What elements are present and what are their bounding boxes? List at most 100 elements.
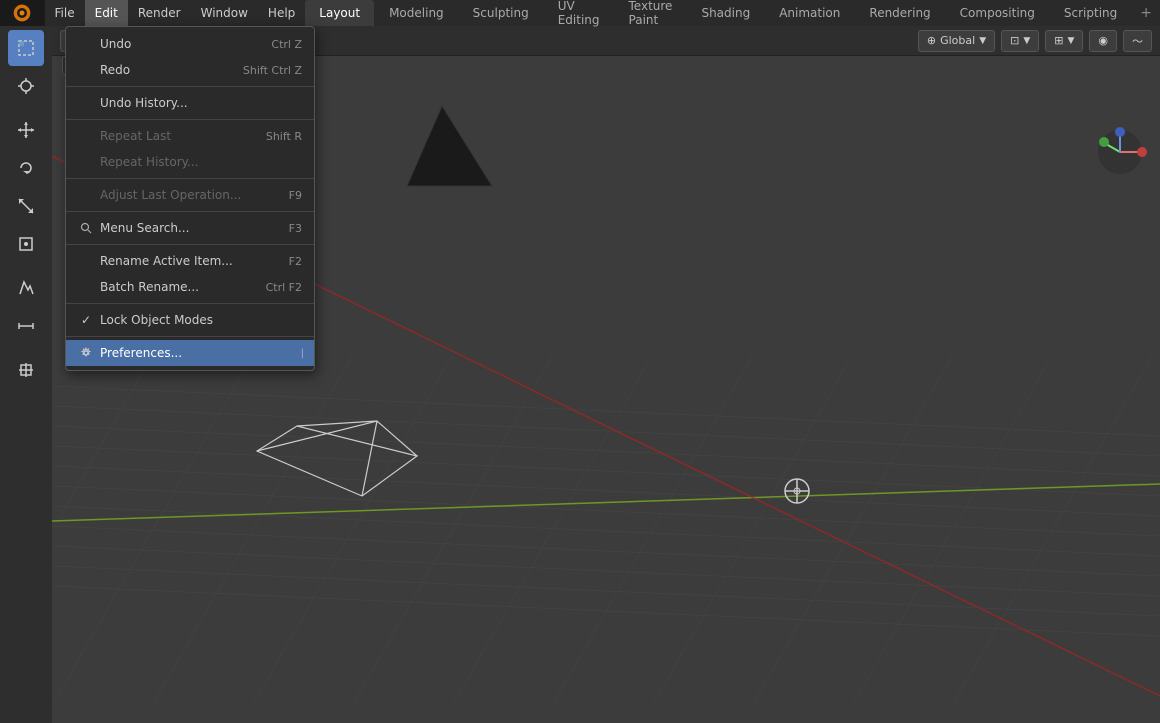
menu-item-lock-object-modes[interactable]: ✓ Lock Object Modes xyxy=(66,307,314,333)
search-shortcut: F3 xyxy=(289,222,302,235)
undo-check-space xyxy=(78,36,94,52)
menu-help[interactable]: Help xyxy=(258,0,305,26)
sep-3 xyxy=(66,178,314,179)
search-label: Menu Search... xyxy=(100,221,281,235)
rename-active-shortcut: F2 xyxy=(289,255,302,268)
menu-item-repeat-last: Repeat Last Shift R xyxy=(66,123,314,149)
menu-edit[interactable]: Edit xyxy=(85,0,128,26)
workspace-tabs: Layout Modeling Sculpting UV Editing Tex… xyxy=(305,0,1160,26)
repeat-last-label: Repeat Last xyxy=(100,129,258,143)
tab-rendering[interactable]: Rendering xyxy=(855,0,944,26)
cursor-indicator: | xyxy=(301,348,304,359)
tab-add-button[interactable]: + xyxy=(1132,0,1160,26)
gizmo-icon xyxy=(1090,122,1150,182)
redo-label: Redo xyxy=(100,63,235,77)
navigation-gizmo[interactable] xyxy=(1090,122,1150,182)
redo-shortcut: Shift Ctrl Z xyxy=(243,64,302,77)
redo-check-space xyxy=(78,62,94,78)
pivot-dropdown-icon: ▼ xyxy=(1023,36,1030,46)
snap-dropdown-icon: ▼ xyxy=(1067,36,1074,46)
menu-item-search[interactable]: Menu Search... F3 xyxy=(66,215,314,241)
menu-item-rename-active[interactable]: Rename Active Item... F2 xyxy=(66,248,314,274)
add-primitive-icon xyxy=(16,360,36,380)
tab-layout[interactable]: Layout xyxy=(305,0,374,26)
undo-label: Undo xyxy=(100,37,263,51)
tab-shading[interactable]: Shading xyxy=(687,0,764,26)
left-toolbar xyxy=(0,26,52,723)
tab-uv-editing[interactable]: UV Editing xyxy=(544,0,614,26)
sep-2 xyxy=(66,119,314,120)
menu-item-preferences[interactable]: Preferences... | xyxy=(66,340,314,366)
tab-texture-paint[interactable]: Texture Paint xyxy=(615,0,687,26)
repeat-history-check-space xyxy=(78,154,94,170)
tool-annotate[interactable] xyxy=(8,270,44,306)
preferences-label: Preferences... xyxy=(100,346,302,360)
pivot-center[interactable]: ⊡ ▼ xyxy=(1001,30,1039,52)
menu-item-undo[interactable]: Undo Ctrl Z xyxy=(66,31,314,57)
blender-logo-icon xyxy=(12,3,32,23)
scale-icon xyxy=(16,196,36,216)
batch-rename-shortcut: Ctrl F2 xyxy=(266,281,302,294)
batch-rename-label: Batch Rename... xyxy=(100,280,258,294)
undo-history-label: Undo History... xyxy=(100,96,302,110)
adjust-last-label: Adjust Last Operation... xyxy=(100,188,281,202)
menu-item-repeat-history: Repeat History... xyxy=(66,149,314,175)
edit-dropdown-menu: Undo Ctrl Z Redo Shift Ctrl Z Undo Histo… xyxy=(65,26,315,371)
rename-active-label: Rename Active Item... xyxy=(100,254,281,268)
menu-window[interactable]: Window xyxy=(191,0,258,26)
batch-rename-check-space xyxy=(78,279,94,295)
tab-sculpting[interactable]: Sculpting xyxy=(459,0,543,26)
transform-dropdown-icon: ▼ xyxy=(979,36,986,46)
move-icon xyxy=(16,120,36,140)
transform-orientation[interactable]: ⊕ Global ▼ xyxy=(918,30,995,52)
editor-menu[interactable]: 〜 xyxy=(1123,30,1152,52)
menu-item-adjust-last: Adjust Last Operation... F9 xyxy=(66,182,314,208)
rotate-icon xyxy=(16,158,36,178)
preferences-gear-icon xyxy=(78,345,94,361)
search-icon xyxy=(78,220,94,236)
sep-6 xyxy=(66,303,314,304)
tool-measure[interactable] xyxy=(8,308,44,344)
repeat-last-check-space xyxy=(78,128,94,144)
menu-item-undo-history[interactable]: Undo History... xyxy=(66,90,314,116)
undo-shortcut: Ctrl Z xyxy=(271,38,302,51)
tab-modeling[interactable]: Modeling xyxy=(375,0,458,26)
transform-icon: ⊕ xyxy=(927,34,936,47)
top-menubar: File Edit Render Window Help Layout Mode… xyxy=(0,0,1160,26)
tool-transform[interactable] xyxy=(8,226,44,262)
tab-animation[interactable]: Animation xyxy=(765,0,854,26)
menu-file[interactable]: File xyxy=(45,0,85,26)
tab-scripting[interactable]: Scripting xyxy=(1050,0,1131,26)
tool-cursor[interactable] xyxy=(8,68,44,104)
annotate-icon xyxy=(16,278,36,298)
tab-compositing[interactable]: Compositing xyxy=(946,0,1049,26)
sep-1 xyxy=(66,86,314,87)
sep-4 xyxy=(66,211,314,212)
rename-active-check-space xyxy=(78,253,94,269)
menu-item-redo[interactable]: Redo Shift Ctrl Z xyxy=(66,57,314,83)
adjust-last-shortcut: F9 xyxy=(289,189,302,202)
menu-render[interactable]: Render xyxy=(128,0,191,26)
menu-item-batch-rename[interactable]: Batch Rename... Ctrl F2 xyxy=(66,274,314,300)
transform-tool-icon xyxy=(16,234,36,254)
proportional-editing[interactable]: ◉ xyxy=(1089,30,1117,52)
cursor-icon xyxy=(16,76,36,96)
sep-5 xyxy=(66,244,314,245)
tool-scale[interactable] xyxy=(8,188,44,224)
lock-object-modes-checkmark: ✓ xyxy=(78,312,94,328)
logo-area[interactable] xyxy=(0,0,45,26)
proportional-icon: ◉ xyxy=(1098,34,1108,47)
snap-icon: ⊞ xyxy=(1054,34,1063,47)
lock-object-modes-label: Lock Object Modes xyxy=(100,313,302,327)
tool-rotate[interactable] xyxy=(8,150,44,186)
tool-move[interactable] xyxy=(8,112,44,148)
tool-select-box[interactable] xyxy=(8,30,44,66)
measure-icon xyxy=(16,316,36,336)
tool-add-primitive[interactable] xyxy=(8,352,44,388)
repeat-history-label: Repeat History... xyxy=(100,155,302,169)
snap-button[interactable]: ⊞ ▼ xyxy=(1045,30,1083,52)
editor-icon: 〜 xyxy=(1132,33,1143,49)
transform-label: Global xyxy=(940,34,975,47)
pivot-icon: ⊡ xyxy=(1010,34,1019,47)
select-box-icon xyxy=(16,38,36,58)
